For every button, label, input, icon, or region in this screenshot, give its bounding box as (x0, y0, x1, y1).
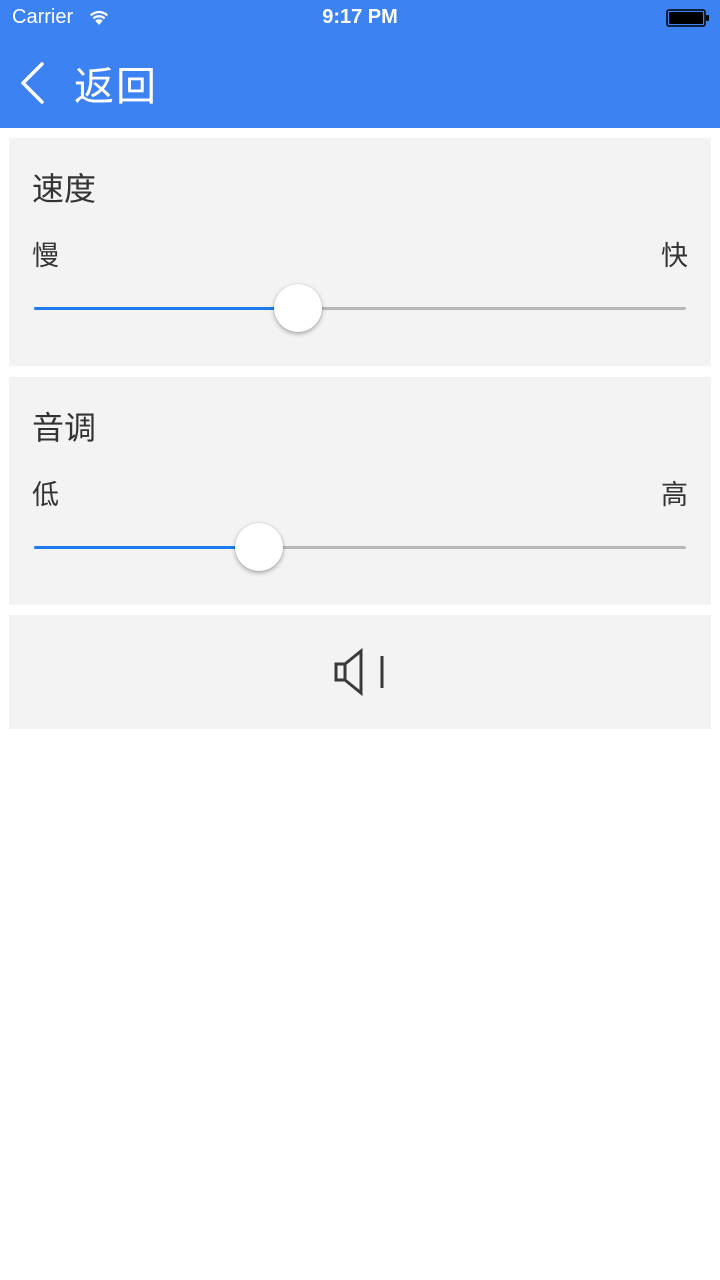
back-button[interactable]: 返回 (10, 48, 210, 118)
status-time: 9:17 PM (322, 6, 398, 28)
play-card (9, 615, 711, 729)
pitch-slider[interactable] (34, 523, 686, 571)
status-bar: Carrier 9:17 PM (0, 0, 720, 38)
nav-bar: 返回 (0, 38, 720, 128)
pitch-max-label: 高 (661, 480, 688, 511)
speed-card: 速度 慢 快 (9, 138, 711, 366)
pitch-min-label: 低 (32, 480, 59, 511)
chevron-left-icon (21, 62, 44, 104)
pitch-slider-fill (34, 546, 259, 549)
speed-title: 速度 (32, 170, 97, 208)
screen: Carrier 9:17 PM 返回 速度 慢 快 音调 低 高 (0, 0, 720, 1280)
speed-slider-fill (34, 307, 299, 310)
pitch-title: 音调 (32, 409, 97, 447)
pitch-slider-thumb[interactable] (234, 523, 283, 571)
speed-slider[interactable] (34, 284, 686, 332)
speed-min-label: 慢 (32, 241, 59, 272)
back-label: 返回 (74, 64, 158, 110)
header: Carrier 9:17 PM 返回 (0, 0, 720, 128)
speed-max-label: 快 (661, 241, 688, 272)
battery-icon (666, 9, 709, 27)
speaker-icon (334, 647, 384, 697)
speed-slider-thumb[interactable] (274, 284, 323, 332)
pitch-card: 音调 低 高 (9, 377, 711, 605)
play-speaker-button[interactable] (320, 640, 400, 704)
